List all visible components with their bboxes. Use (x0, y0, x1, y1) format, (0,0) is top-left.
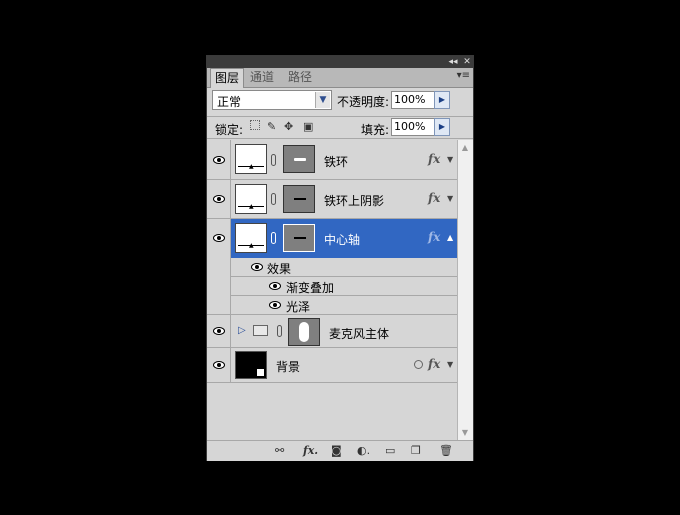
divider (207, 138, 473, 139)
add-mask-icon[interactable]: ◙ (331, 444, 342, 457)
chevron-down-icon[interactable]: ▼ (447, 360, 453, 369)
chevron-down-icon[interactable]: ▼ (447, 155, 453, 164)
eye-icon[interactable] (213, 156, 225, 164)
layer-name[interactable]: 铁环上阴影 (324, 192, 384, 209)
link-icon[interactable] (271, 154, 276, 166)
layer-thumbnail: ▲ (235, 184, 267, 214)
fill-field[interactable]: 100% (391, 118, 435, 136)
layers-panel: ◂◂ ✕ 图层 通道 路径 ▾≡ 正常 ▼ 不透明度: 100% ▶ 锁定: ✎… (206, 55, 474, 461)
expand-triangle-icon[interactable]: ▷ (238, 325, 246, 336)
tab-layers[interactable]: 图层 (210, 68, 245, 88)
new-group-icon[interactable]: ▭ (385, 444, 395, 457)
close-icon[interactable]: ✕ (461, 56, 473, 68)
layer-name[interactable]: 背景 (276, 358, 300, 375)
lock-label: 锁定: (215, 123, 244, 137)
folder-icon (253, 325, 268, 336)
tab-paths[interactable]: 路径 (284, 68, 316, 87)
opacity-field[interactable]: 100% (391, 91, 435, 109)
link-icon[interactable] (277, 325, 282, 337)
divider (207, 116, 473, 117)
new-layer-icon[interactable]: ❐ (411, 444, 421, 457)
blend-mode-value: 正常 (217, 95, 242, 109)
layer-mask-thumbnail[interactable] (283, 224, 315, 252)
scroll-down-icon[interactable]: ▼ (459, 427, 471, 439)
layer-row[interactable]: ▲ 铁环 fx ▼ (207, 140, 457, 180)
effect-name: 渐变叠加 (286, 281, 335, 295)
panel-bottom-toolbar: ⚯ fx. ◙ ◐. ▭ ❐ 🗑 (207, 440, 473, 461)
eye-icon[interactable] (269, 282, 281, 290)
group-row[interactable]: ▷ 麦克风主体 (207, 315, 457, 348)
layer-mask-thumbnail[interactable] (288, 318, 320, 346)
eye-icon[interactable] (251, 263, 263, 271)
chevron-down-icon[interactable]: ▼ (315, 92, 330, 108)
filter-mask-icon[interactable] (414, 360, 423, 369)
layer-name[interactable]: 麦克风主体 (329, 325, 389, 342)
layer-row-selected[interactable]: ▲ 中心轴 fx ▲ (207, 219, 457, 258)
visibility-column (207, 219, 231, 258)
panel-titlebar: ◂◂ ✕ (207, 56, 473, 68)
visibility-column (207, 315, 231, 347)
effect-name: 光泽 (286, 300, 311, 314)
layer-name[interactable]: 中心轴 (324, 231, 360, 248)
lock-all-icon[interactable]: ▣ (303, 120, 313, 133)
blend-opacity-row: 正常 ▼ 不透明度: 100% ▶ (207, 88, 473, 114)
opacity-slider-button[interactable]: ▶ (434, 91, 450, 109)
fx-icon[interactable]: fx (428, 152, 440, 166)
effects-label: 效果 (267, 262, 292, 276)
layer-style-icon[interactable]: fx. (303, 444, 318, 457)
link-icon[interactable] (271, 193, 276, 205)
layer-thumbnail: ▲ (235, 223, 267, 253)
layer-mask-thumbnail[interactable] (283, 185, 315, 213)
eye-icon[interactable] (213, 195, 225, 203)
chevron-down-icon[interactable]: ▼ (447, 194, 453, 203)
link-icon[interactable] (271, 232, 276, 244)
visibility-column (207, 348, 231, 382)
lock-pixels-icon[interactable]: ✎ (267, 120, 276, 133)
opacity-label: 不透明度: (337, 95, 390, 109)
fx-icon[interactable]: fx (428, 230, 440, 244)
panel-tabs: 图层 通道 路径 ▾≡ (207, 68, 473, 88)
effects-header[interactable]: 效果 (231, 258, 457, 277)
delete-layer-icon[interactable]: 🗑 (439, 444, 453, 457)
scrollbar[interactable]: ▲ ▼ (457, 140, 473, 441)
lock-transparency-icon[interactable] (250, 120, 260, 130)
fx-icon[interactable]: fx (428, 357, 440, 371)
panel-menu-icon[interactable]: ▾≡ (457, 70, 470, 81)
scroll-up-icon[interactable]: ▲ (459, 142, 471, 154)
blend-mode-select[interactable]: 正常 ▼ (212, 90, 332, 110)
fill-slider-button[interactable]: ▶ (434, 118, 450, 136)
visibility-column (207, 140, 231, 179)
eye-icon[interactable] (213, 234, 225, 242)
layer-name[interactable]: 铁环 (324, 153, 348, 170)
effect-item[interactable]: 渐变叠加 (231, 277, 457, 296)
layer-thumbnail: ▲ (235, 144, 267, 174)
visibility-column (207, 258, 231, 315)
collapse-icon[interactable]: ◂◂ (447, 56, 459, 68)
adjustment-layer-icon[interactable]: ◐. (357, 444, 370, 457)
layer-thumbnail (235, 351, 267, 379)
eye-icon[interactable] (213, 361, 225, 369)
effect-item[interactable]: 光泽 (231, 296, 457, 315)
layer-row[interactable]: ▲ 铁环上阴影 fx ▼ (207, 180, 457, 219)
lock-position-icon[interactable]: ✥ (284, 120, 293, 133)
chevron-up-icon[interactable]: ▲ (447, 233, 453, 242)
visibility-column (207, 180, 231, 218)
fill-label: 填充: (361, 123, 390, 137)
layers-list: ▲ 铁环 fx ▼ ▲ 铁环上阴影 fx ▼ ▲ 中心轴 fx ▲ 效果 渐变叠… (207, 140, 457, 440)
layer-mask-thumbnail[interactable] (283, 145, 315, 173)
eye-icon[interactable] (269, 301, 281, 309)
tab-channels[interactable]: 通道 (246, 68, 278, 87)
layer-row[interactable]: 背景 fx ▼ (207, 348, 457, 383)
smart-object-icon (256, 368, 265, 377)
eye-icon[interactable] (213, 327, 225, 335)
fx-icon[interactable]: fx (428, 191, 440, 205)
link-layers-icon[interactable]: ⚯ (275, 444, 284, 457)
